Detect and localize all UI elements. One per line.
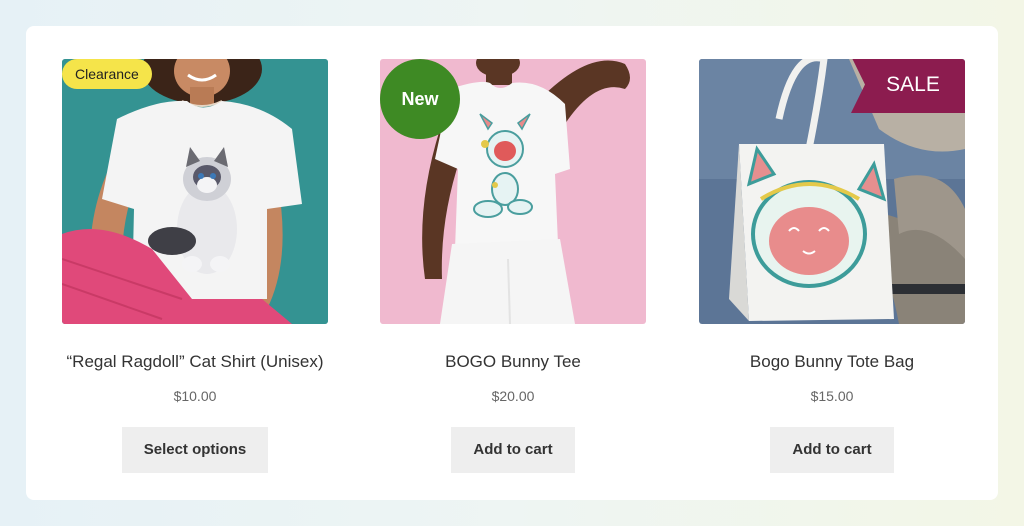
product-name[interactable]: “Regal Ragdoll” Cat Shirt (Unisex) bbox=[62, 351, 328, 373]
product-name[interactable]: BOGO Bunny Tee bbox=[380, 351, 646, 373]
product-image-bunny-tee[interactable]: New bbox=[380, 59, 646, 324]
clearance-badge: Clearance bbox=[62, 59, 152, 89]
product-price: $15.00 bbox=[810, 388, 854, 404]
cat-shirt-photo bbox=[62, 59, 328, 324]
product-price: $20.00 bbox=[491, 388, 535, 404]
product-image-cat-shirt[interactable]: Clearance bbox=[62, 59, 328, 324]
product-card-regal-ragdoll: Clearance “Regal Ragdoll” Cat Shirt (Uni… bbox=[62, 59, 328, 473]
product-grid: Clearance “Regal Ragdoll” Cat Shirt (Uni… bbox=[26, 26, 998, 500]
add-to-cart-button[interactable]: Add to cart bbox=[451, 427, 575, 473]
add-to-cart-button[interactable]: Add to cart bbox=[770, 427, 894, 473]
product-card-bogo-bunny-tote: SALE Bogo Bunny Tote Bag $15.00 Add to c… bbox=[699, 59, 965, 473]
sale-badge: SALE bbox=[851, 59, 965, 113]
product-card-bogo-bunny-tee: New BOGO Bunny Tee $20.00 Add to cart bbox=[380, 59, 646, 473]
product-price: $10.00 bbox=[173, 388, 217, 404]
new-badge: New bbox=[380, 59, 460, 139]
product-image-bunny-tote[interactable]: SALE bbox=[699, 59, 965, 324]
select-options-button[interactable]: Select options bbox=[121, 427, 269, 473]
product-name[interactable]: Bogo Bunny Tote Bag bbox=[699, 351, 965, 373]
